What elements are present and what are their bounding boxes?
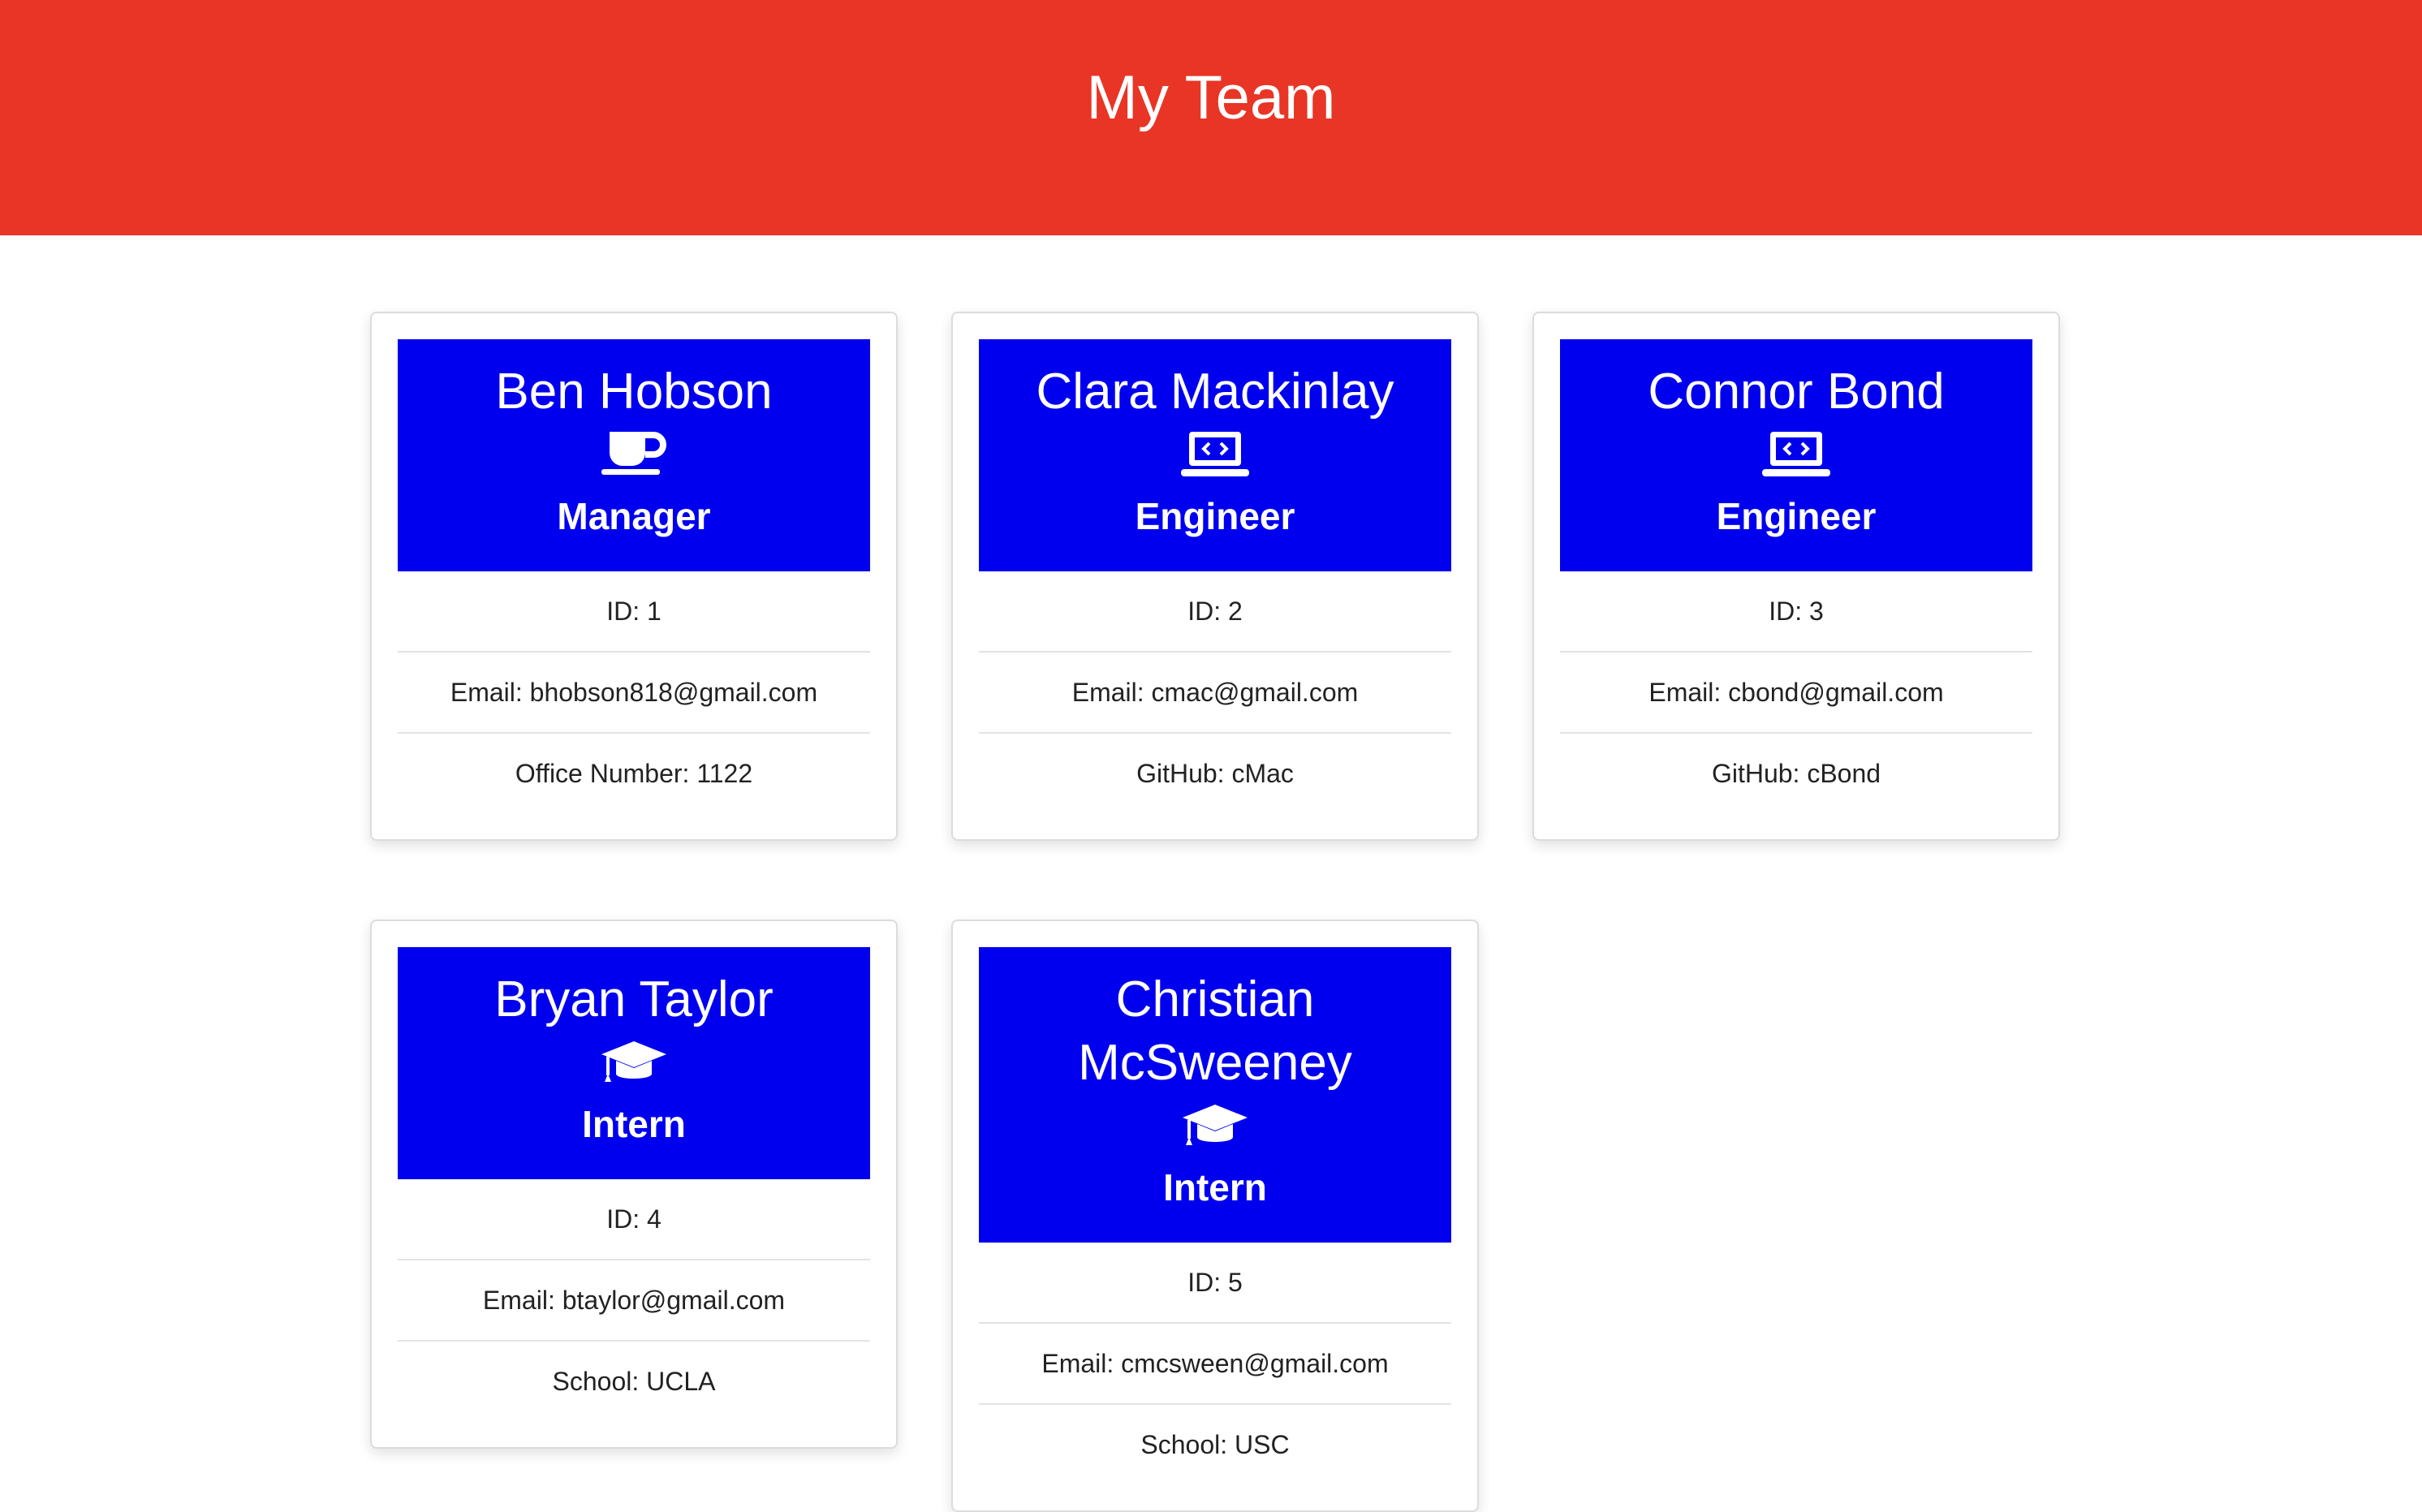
card-header: Connor Bond Engineer bbox=[1560, 339, 2032, 571]
employee-name: Clara Mackinlay bbox=[1036, 364, 1394, 420]
employee-github[interactable]: GitHub: cMac bbox=[979, 734, 1451, 813]
employee-github[interactable]: GitHub: cBond bbox=[1560, 734, 2032, 813]
employee-email[interactable]: Email: bhobson818@gmail.com bbox=[398, 653, 870, 734]
card-header: Christian McSweeney Intern bbox=[979, 947, 1451, 1243]
employee-id: ID: 5 bbox=[979, 1243, 1451, 1324]
employee-email[interactable]: Email: cmcsween@gmail.com bbox=[979, 1324, 1451, 1405]
employee-email[interactable]: Email: cmac@gmail.com bbox=[979, 653, 1451, 734]
employee-name: Bryan Taylor bbox=[494, 971, 774, 1027]
employee-role: Intern bbox=[582, 1103, 686, 1145]
laptop-code-icon bbox=[1576, 430, 2016, 482]
employee-details: ID: 5 Email: cmcsween@gmail.com School: … bbox=[979, 1243, 1451, 1484]
card-header: Clara Mackinlay Engineer bbox=[979, 339, 1451, 571]
employee-role: Engineer bbox=[1716, 495, 1877, 537]
card-header: Bryan Taylor Intern bbox=[398, 947, 870, 1179]
employee-school: School: USC bbox=[1140, 1430, 1290, 1459]
team-grid: Ben Hobson Manager ID: 1 Email: bhobson8… bbox=[0, 0, 2422, 1512]
employee-office-number: Office Number: 1122 bbox=[515, 759, 753, 788]
employee-name: Ben Hobson bbox=[495, 364, 773, 420]
employee-details: ID: 1 Email: bhobson818@gmail.com Office… bbox=[398, 571, 870, 813]
employee-email[interactable]: Email: btaylor@gmail.com bbox=[398, 1260, 870, 1342]
employee-name: Christian McSweeney bbox=[1078, 971, 1352, 1091]
employee-name: Connor Bond bbox=[1648, 364, 1945, 420]
employee-id: ID: 1 bbox=[398, 571, 870, 653]
employee-card: Clara Mackinlay Engineer ID: 2 Email: cm… bbox=[951, 312, 1479, 841]
laptop-code-icon bbox=[995, 430, 1435, 482]
employee-id: ID: 2 bbox=[979, 571, 1451, 653]
employee-card: Ben Hobson Manager ID: 1 Email: bhobson8… bbox=[370, 312, 898, 841]
employee-role: Engineer bbox=[1135, 495, 1295, 537]
employee-id: ID: 4 bbox=[398, 1179, 870, 1260]
employee-card: Bryan Taylor Intern ID: 4 Email: btaylor… bbox=[370, 920, 898, 1449]
employee-details: ID: 3 Email: cbond@gmail.com GitHub: cBo… bbox=[1560, 571, 2032, 813]
employee-details: ID: 4 Email: btaylor@gmail.com School: U… bbox=[398, 1179, 870, 1421]
employee-card: Christian McSweeney Intern ID: 5 Email: … bbox=[951, 920, 1479, 1512]
employee-email[interactable]: Email: cbond@gmail.com bbox=[1560, 653, 2032, 734]
graduation-cap-icon bbox=[414, 1038, 854, 1090]
employee-role: Intern bbox=[1163, 1166, 1267, 1208]
employee-school: School: UCLA bbox=[552, 1367, 716, 1396]
employee-card: Connor Bond Engineer ID: 3 Email: cbond@… bbox=[1532, 312, 2060, 841]
employee-role: Manager bbox=[557, 495, 711, 537]
employee-details: ID: 2 Email: cmac@gmail.com GitHub: cMac bbox=[979, 571, 1451, 813]
card-header: Ben Hobson Manager bbox=[398, 339, 870, 571]
employee-id: ID: 3 bbox=[1560, 571, 2032, 653]
graduation-cap-icon bbox=[995, 1101, 1435, 1153]
coffee-mug-icon bbox=[414, 430, 854, 482]
